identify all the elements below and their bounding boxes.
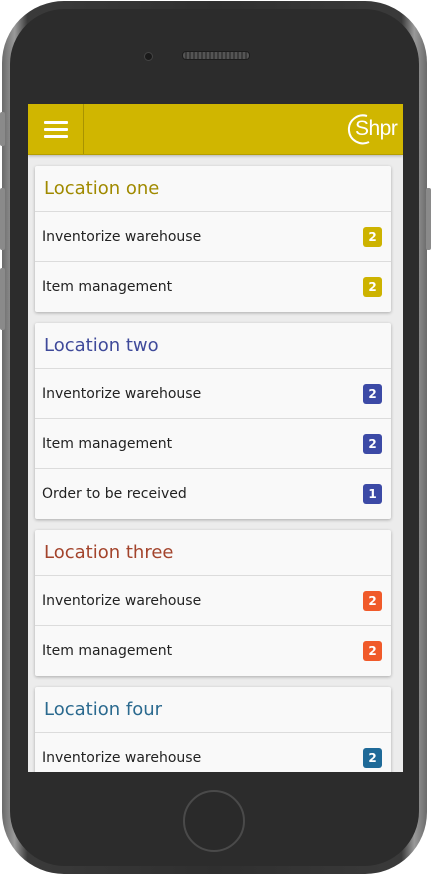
count-badge: 2 <box>363 384 382 404</box>
list-item[interactable]: Inventorize warehouse 2 <box>35 212 391 262</box>
count-badge: 2 <box>363 641 382 661</box>
count-badge: 1 <box>363 484 382 504</box>
location-card-four: Location four Inventorize warehouse 2 <box>35 687 391 772</box>
hamburger-icon-bar-2 <box>44 128 68 131</box>
list-item[interactable]: Inventorize warehouse 2 <box>35 576 391 626</box>
count-badge: 2 <box>363 434 382 454</box>
list-item-label: Item management <box>42 643 173 659</box>
volume-down-button <box>0 268 5 330</box>
earpiece-speaker <box>182 51 250 60</box>
app-screen: Shpr Location one Inventorize warehouse … <box>28 104 403 772</box>
mute-switch <box>0 112 5 146</box>
location-title: Location two <box>35 323 391 369</box>
location-card-one: Location one Inventorize warehouse 2 Ite… <box>35 166 391 312</box>
list-item[interactable]: Item management 2 <box>35 419 391 469</box>
volume-up-button <box>0 188 5 250</box>
location-title: Location three <box>35 530 391 576</box>
location-title: Location four <box>35 687 391 733</box>
list-item[interactable]: Item management 2 <box>35 626 391 676</box>
app-bar: Shpr <box>28 104 403 155</box>
locations-list: Location one Inventorize warehouse 2 Ite… <box>28 154 403 772</box>
list-item-label: Inventorize warehouse <box>42 750 202 766</box>
list-item-label: Item management <box>42 436 173 452</box>
menu-button[interactable] <box>28 104 84 154</box>
logo-text: Shpr <box>355 117 398 140</box>
location-card-three: Location three Inventorize warehouse 2 I… <box>35 530 391 676</box>
power-button <box>426 188 431 250</box>
list-item-label: Item management <box>42 279 173 295</box>
count-badge: 2 <box>363 591 382 611</box>
hamburger-icon-bar-3 <box>44 135 68 138</box>
list-item-label: Inventorize warehouse <box>42 593 202 609</box>
list-item-label: Inventorize warehouse <box>42 229 202 245</box>
list-item[interactable]: Order to be received 1 <box>35 469 391 519</box>
shpr-logo: Shpr <box>347 112 403 146</box>
location-card-two: Location two Inventorize warehouse 2 Ite… <box>35 323 391 519</box>
list-item[interactable]: Item management 2 <box>35 262 391 312</box>
count-badge: 2 <box>363 227 382 247</box>
list-item[interactable]: Inventorize warehouse 2 <box>35 733 391 772</box>
count-badge: 2 <box>363 277 382 297</box>
location-title: Location one <box>35 166 391 212</box>
list-item-label: Inventorize warehouse <box>42 386 202 402</box>
count-badge: 2 <box>363 748 382 768</box>
home-button[interactable] <box>183 790 245 852</box>
hamburger-icon-bar-1 <box>44 121 68 124</box>
front-camera <box>144 52 153 61</box>
list-item[interactable]: Inventorize warehouse 2 <box>35 369 391 419</box>
list-item-label: Order to be received <box>42 486 187 502</box>
